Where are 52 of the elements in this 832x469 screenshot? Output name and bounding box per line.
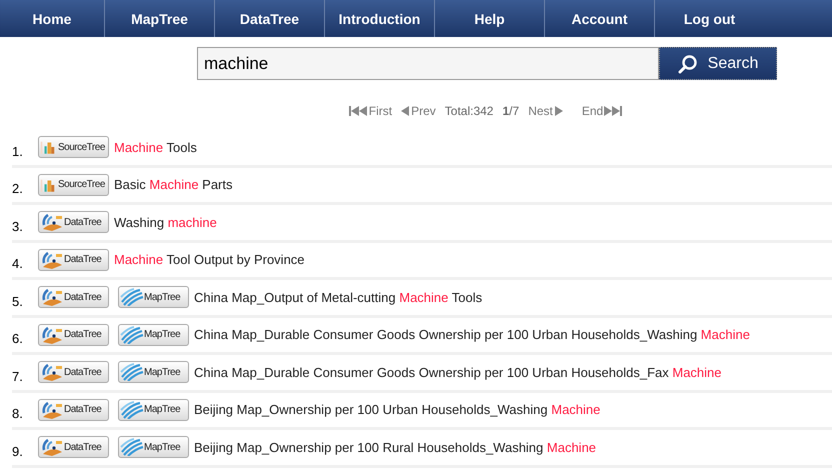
result-link[interactable]: China Map_Output of Metal-cutting Machine Tools — [194, 290, 482, 305]
page-indicator: 1/7 — [502, 104, 520, 118]
nav-link[interactable]: DataTree — [215, 0, 325, 37]
result-number: 9. — [12, 442, 24, 459]
search-icon — [678, 54, 698, 74]
tree-badge[interactable]: DataTree — [38, 248, 109, 271]
search-field[interactable]: machine — [197, 47, 659, 80]
result-link[interactable]: China Map_Durable Consumer Goods Ownership per 100 Urban Households_Fax Machine — [194, 364, 722, 380]
tree-badge[interactable]: SourceTree — [38, 136, 109, 158]
tree-badge[interactable]: MapTree — [118, 324, 189, 346]
search-button[interactable]: Search — [659, 47, 777, 80]
result-link[interactable]: Basic Machine Parts — [114, 177, 233, 192]
result-number: 2. — [12, 180, 24, 196]
next-page-link[interactable]: Nest — [528, 104, 563, 118]
result-link[interactable]: Machine Tools — [114, 140, 197, 155]
nav-link[interactable]: Introduction — [325, 0, 435, 37]
first-page-link[interactable]: First — [348, 104, 392, 118]
first-page-icon — [348, 106, 368, 116]
nav-link[interactable]: MapTree — [105, 0, 215, 37]
nav-link[interactable]: Home — [0, 0, 105, 37]
last-page-link[interactable]: End — [582, 104, 624, 118]
tree-badge[interactable]: DataTree — [38, 361, 109, 384]
result-number: 4. — [12, 255, 24, 272]
tree-badge[interactable]: DataTree — [38, 324, 109, 346]
result-link[interactable]: Machine Tool Output by Province — [114, 252, 305, 268]
result-number: 3. — [12, 218, 24, 234]
last-page-icon — [604, 106, 624, 116]
tree-badge[interactable]: SourceTree — [38, 174, 109, 196]
next-icon — [554, 106, 563, 116]
previous-icon — [401, 106, 410, 116]
tree-badge[interactable]: DataTree — [38, 398, 109, 421]
previous-page-link[interactable]: Prev — [401, 104, 436, 118]
nav-link[interactable]: Log out — [655, 0, 764, 37]
result-link[interactable]: Beijing Map_Ownership per 100 Rural Households_Washing Machine — [194, 440, 596, 455]
result-number: 6. — [12, 330, 24, 346]
tree-badge[interactable]: MapTree — [118, 361, 189, 384]
tree-badge[interactable]: DataTree — [38, 211, 109, 234]
result-link[interactable]: Beijing Map_Ownership per 100 Urban Households_Washing Machine — [194, 402, 600, 418]
tree-badge[interactable]: MapTree — [118, 436, 189, 458]
tree-badge[interactable]: DataTree — [38, 436, 109, 458]
total-count: Total:342 — [444, 104, 494, 118]
result-number: 1. — [12, 142, 24, 159]
nav-link[interactable]: Account — [545, 0, 655, 37]
result-number: 5. — [12, 292, 24, 309]
tree-badge[interactable]: DataTree — [38, 286, 109, 308]
tree-badge[interactable]: MapTree — [118, 286, 189, 308]
result-link[interactable]: Washing machine — [114, 214, 217, 230]
nav-link[interactable]: Help — [435, 0, 545, 37]
tree-badge[interactable]: MapTree — [118, 398, 189, 421]
result-number: 7. — [12, 368, 24, 384]
result-number: 8. — [12, 405, 24, 422]
result-link[interactable]: China Map_Durable Consumer Goods Ownership per 100 Urban Households_Washing Machine — [194, 327, 750, 342]
